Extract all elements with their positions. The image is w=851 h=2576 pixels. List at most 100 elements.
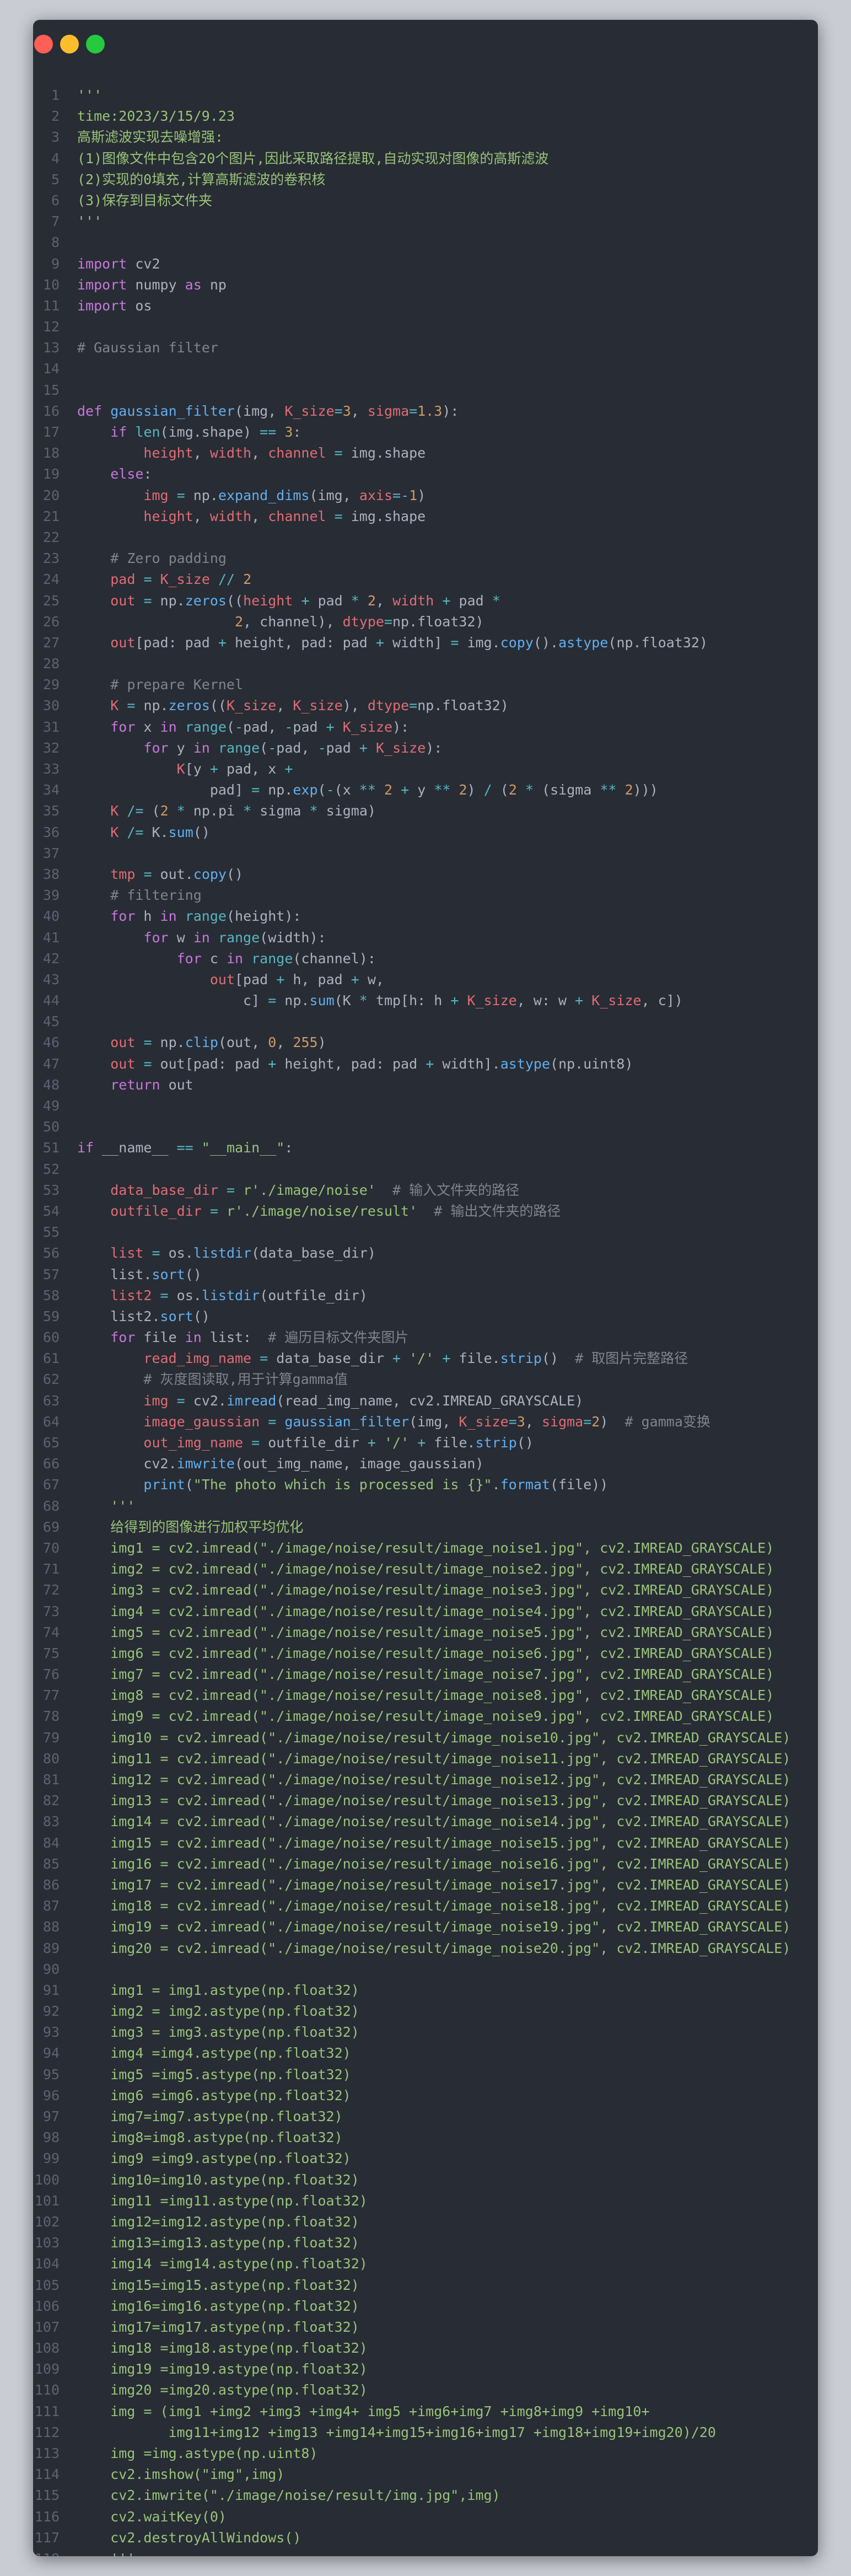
code-token: cv2. bbox=[77, 1456, 177, 1472]
code-token: else bbox=[110, 466, 144, 482]
code-token: 2 bbox=[234, 613, 244, 630]
code-token: img14 = cv2.imread("./image/noise/result… bbox=[77, 1813, 791, 1830]
code-line: 23 # Zero padding bbox=[33, 548, 818, 569]
code-line: 90 bbox=[33, 1959, 818, 1980]
code-line: 38 tmp = out.copy() bbox=[33, 864, 818, 885]
code-token: pad bbox=[450, 592, 492, 609]
code-token: img =img.astype(np.uint8) bbox=[77, 2445, 318, 2461]
code-line: 113 img =img.astype(np.uint8) bbox=[33, 2443, 818, 2464]
line-number: 10 bbox=[42, 276, 60, 293]
code-token: pad] bbox=[77, 782, 252, 798]
code-token: exp bbox=[293, 782, 318, 798]
code-line: 64 image_gaussian = gaussian_filter(img,… bbox=[33, 1412, 818, 1432]
code-token: = bbox=[226, 1182, 235, 1198]
line-number: 74 bbox=[42, 1624, 60, 1640]
code-token: 2 bbox=[367, 592, 376, 609]
code-token: ( bbox=[260, 739, 268, 756]
code-token: = bbox=[160, 1287, 169, 1303]
code-token: , bbox=[251, 508, 268, 524]
code-token: img.shape bbox=[342, 508, 426, 524]
code-token: : bbox=[143, 466, 152, 482]
code-token: range bbox=[185, 718, 227, 735]
code-token: (3)保存到目标文件夹 bbox=[77, 192, 213, 208]
code-token: ( bbox=[226, 718, 235, 735]
code-text: K = np.zeros((K_size, K_size), dtype=np.… bbox=[77, 695, 509, 716]
line-number: 92 bbox=[42, 2003, 60, 2020]
code-token: - bbox=[284, 718, 293, 735]
code-line: 5 (2)实现的0填充,计算高斯滤波的卷积核 bbox=[33, 169, 818, 190]
line-number: 69 bbox=[42, 1518, 60, 1535]
code-token: (x bbox=[334, 782, 359, 798]
line-number: 85 bbox=[42, 1855, 60, 1872]
code-token: range bbox=[218, 929, 260, 946]
code-line: 76 img7 = cv2.imread("./image/noise/resu… bbox=[33, 1664, 818, 1685]
code-text: img3 = cv2.imread("./image/noise/result/… bbox=[77, 1580, 774, 1601]
code-token: height, pad: pad bbox=[226, 634, 376, 651]
code-text: import os bbox=[77, 296, 152, 316]
code-text: img5 = cv2.imread("./image/noise/result/… bbox=[77, 1622, 774, 1643]
line-number: 15 bbox=[42, 382, 60, 398]
code-token: ) bbox=[600, 1413, 625, 1430]
line-number: 71 bbox=[42, 1561, 60, 1577]
code-text: (3)保存到目标文件夹 bbox=[77, 190, 212, 211]
code-token: + bbox=[268, 1055, 277, 1072]
code-token: , bbox=[276, 697, 293, 714]
code-token: (). bbox=[533, 634, 559, 651]
code-token: = bbox=[334, 445, 343, 461]
code-line: 82 img13 = cv2.imread("./image/noise/res… bbox=[33, 1790, 818, 1811]
code-token: 1 bbox=[409, 487, 418, 503]
code-token: out bbox=[110, 1055, 136, 1072]
code-token: '/' bbox=[409, 1350, 434, 1367]
code-token: img = (img1 +img2 +img3 +img4+ img5 +img… bbox=[77, 2403, 650, 2419]
code-token: in bbox=[193, 929, 210, 946]
code-text: K /= (2 * np.pi * sigma * sigma) bbox=[77, 801, 376, 822]
code-token: # Gaussian filter bbox=[77, 340, 218, 356]
code-token: sum bbox=[168, 824, 193, 840]
code-text: for w in range(width): bbox=[77, 927, 326, 948]
code-token: () bbox=[193, 1308, 210, 1324]
code-token: 给得到的图像进行加权平均优化 bbox=[77, 1518, 304, 1535]
code-token: astype bbox=[500, 1055, 551, 1072]
code-token: // bbox=[218, 571, 235, 588]
code-token: + bbox=[417, 1435, 426, 1451]
code-token: + bbox=[442, 1350, 451, 1367]
code-token: data_base_dir bbox=[268, 1350, 392, 1367]
line-number: 25 bbox=[42, 592, 60, 609]
line-number: 105 bbox=[34, 2277, 60, 2293]
line-number: 112 bbox=[34, 2424, 60, 2440]
line-number: 98 bbox=[42, 2129, 60, 2146]
line-number: 118 bbox=[33, 2548, 60, 2556]
code-text: img3 = img3.astype(np.float32) bbox=[77, 2022, 359, 2043]
line-number: 115 bbox=[34, 2487, 60, 2504]
code-token: 255 bbox=[293, 1034, 318, 1051]
code-token: K_size bbox=[293, 697, 343, 714]
line-number: 8 bbox=[51, 234, 60, 251]
code-token: y bbox=[409, 782, 434, 798]
code-token: sigma bbox=[251, 803, 310, 819]
close-dot-icon bbox=[34, 35, 53, 53]
code-token: width]. bbox=[434, 1055, 500, 1072]
code-token: + bbox=[450, 992, 459, 1009]
code-token: dtype bbox=[342, 613, 384, 630]
code-token: K_size bbox=[284, 402, 335, 419]
line-number: 16 bbox=[42, 402, 60, 419]
code-token: in bbox=[160, 908, 177, 925]
code-line: 60 for file in list: # 遍历目标文件夹图片 bbox=[33, 1327, 818, 1348]
code-token: for bbox=[110, 908, 136, 925]
code-text: ''' bbox=[77, 211, 102, 232]
code-line: 110 img20 =img20.astype(np.float32) bbox=[33, 2380, 818, 2401]
code-line: 17 if len(img.shape) == 3: bbox=[33, 422, 818, 443]
code-token: * bbox=[525, 782, 534, 798]
code-token: (K bbox=[334, 992, 359, 1009]
code-text: img16 = cv2.imread("./image/noise/result… bbox=[77, 1854, 790, 1875]
code-token: = bbox=[409, 402, 418, 419]
line-number: 72 bbox=[42, 1582, 60, 1598]
